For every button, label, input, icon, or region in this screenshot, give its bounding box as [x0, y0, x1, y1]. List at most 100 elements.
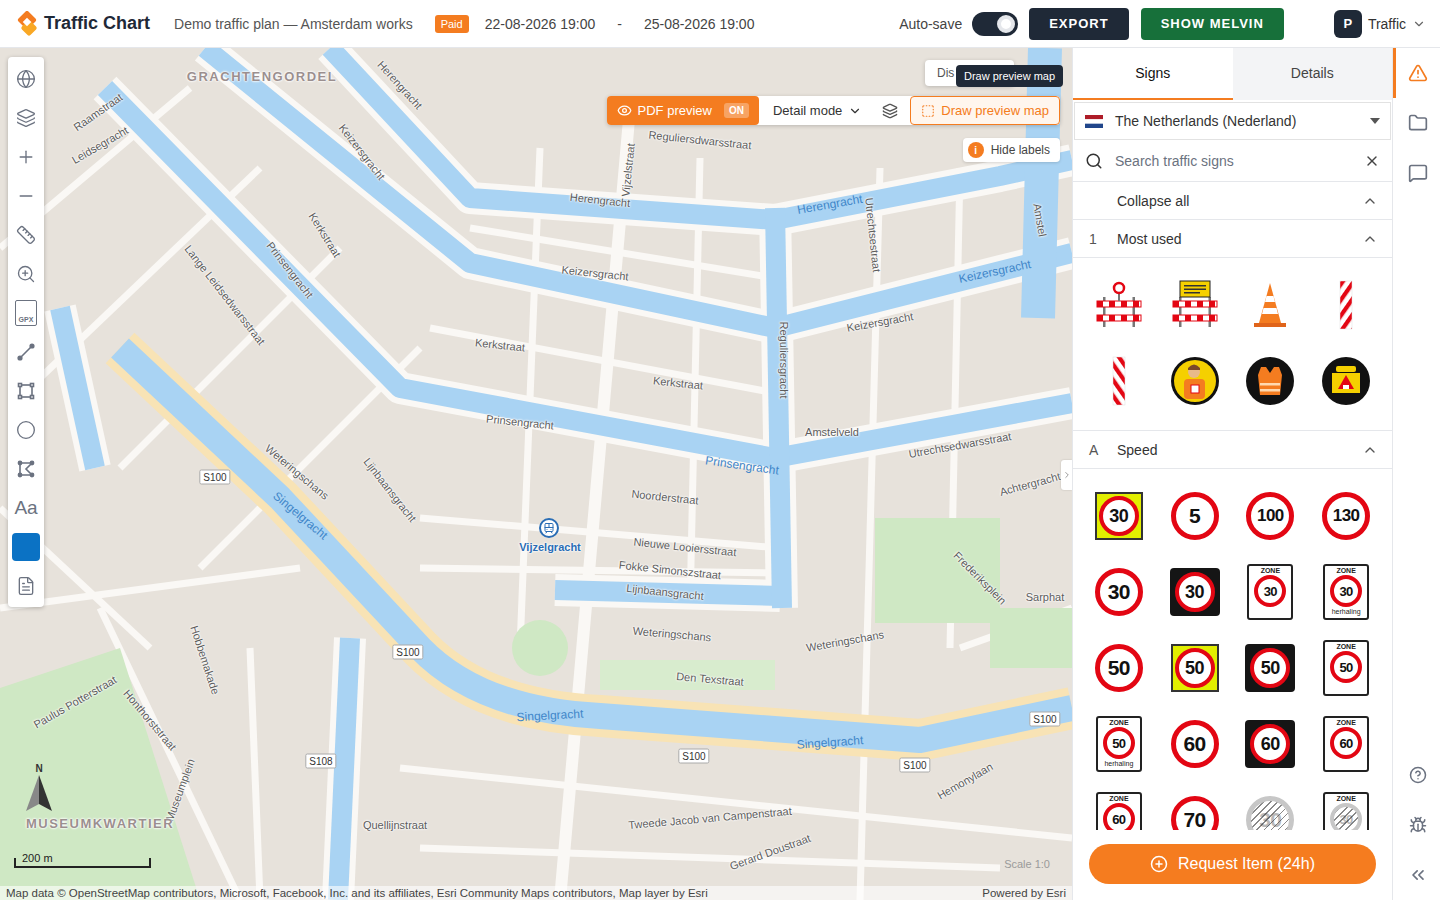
- bug-report-button[interactable]: [1393, 800, 1440, 850]
- comment-tab[interactable]: [1393, 148, 1440, 198]
- eye-icon: [617, 103, 632, 118]
- draw-preview-map-button[interactable]: Draw preview map: [910, 96, 1060, 125]
- section-header[interactable]: 1Most used: [1073, 220, 1392, 258]
- scale-label: Scale 1:0: [1004, 858, 1050, 870]
- speed-sign: 30: [1095, 492, 1143, 540]
- ruler-tool[interactable]: [8, 215, 44, 254]
- sign-item[interactable]: [1233, 352, 1309, 410]
- zone-sign: ZONE30herhaling: [1323, 564, 1369, 620]
- sign-item[interactable]: 50: [1157, 639, 1233, 697]
- warning-tab[interactable]: [1393, 48, 1440, 98]
- zone-sign: ZONE50: [1323, 640, 1369, 696]
- layers-tool[interactable]: [8, 98, 44, 137]
- sign-item[interactable]: ZONE60: [1081, 791, 1157, 830]
- sign-item[interactable]: [1157, 352, 1233, 410]
- header-actions: Auto-saveEXPORTSHOW MELVINPTraffic: [899, 8, 1426, 40]
- polygon-icon: [16, 459, 36, 479]
- sign-item[interactable]: 30: [1081, 563, 1157, 621]
- clear-icon[interactable]: [1364, 153, 1380, 169]
- sign-item[interactable]: 50: [1233, 639, 1309, 697]
- sign-item[interactable]: 60: [1157, 715, 1233, 773]
- user-menu[interactable]: PTraffic: [1334, 10, 1426, 38]
- layers-icon: [882, 103, 898, 119]
- export-button[interactable]: EXPORT: [1029, 8, 1128, 40]
- sign-item[interactable]: 100: [1233, 487, 1309, 545]
- sign-item[interactable]: 130: [1308, 487, 1384, 545]
- attribution: Map data © OpenStreetMap contributors, M…: [0, 886, 1072, 900]
- sign-item[interactable]: 30: [1233, 791, 1309, 830]
- end-date[interactable]: 25-08-2026 19:00: [644, 16, 755, 32]
- speed-sign: 30: [1095, 568, 1143, 616]
- north-arrow[interactable]: N: [22, 763, 56, 812]
- sign-item[interactable]: ZONE30: [1233, 563, 1309, 621]
- tooltip: Draw preview map: [956, 65, 1063, 87]
- polygon-tool[interactable]: [8, 449, 44, 488]
- globe-icon: [16, 69, 36, 89]
- sign-item[interactable]: [1308, 352, 1384, 410]
- top-bar: Traffic Chart Demo traffic plan — Amsterd…: [0, 0, 1440, 48]
- vest-icon: [1244, 355, 1296, 407]
- sign-item[interactable]: ZONE30: [1308, 791, 1384, 830]
- collapse-panel-handle[interactable]: [1061, 460, 1072, 490]
- request-item-button[interactable]: Request Item (24h): [1089, 844, 1376, 884]
- line-tool[interactable]: [8, 332, 44, 371]
- sign-item[interactable]: 70: [1157, 791, 1233, 830]
- layers-button[interactable]: [876, 103, 904, 119]
- sign-item[interactable]: 50: [1081, 639, 1157, 697]
- sign-item[interactable]: ZONE50: [1308, 639, 1384, 697]
- document-icon: [16, 576, 36, 596]
- plan-title[interactable]: Demo traffic plan — Amsterdam works: [174, 16, 413, 32]
- help-button[interactable]: [1393, 750, 1440, 800]
- map[interactable]: GRACHTENGORDELHerengrachtRaamstraatKeize…: [0, 48, 1072, 900]
- panel-tab[interactable]: Signs: [1073, 48, 1233, 100]
- chevron-right-icon: [1062, 470, 1072, 480]
- gpx-tool[interactable]: GPX: [8, 293, 44, 332]
- map-label: Amstelveld: [805, 426, 859, 438]
- circle-tool[interactable]: [8, 410, 44, 449]
- sign-search[interactable]: Search traffic signs: [1073, 140, 1392, 182]
- start-date[interactable]: 22-08-2026 19:00: [485, 16, 596, 32]
- sign-item[interactable]: [1308, 276, 1384, 334]
- zoom-in-tool[interactable]: [8, 137, 44, 176]
- country-select[interactable]: The Netherlands (Nederland): [1074, 102, 1391, 140]
- color-tool[interactable]: [8, 527, 44, 566]
- sign-item[interactable]: 60: [1233, 715, 1309, 773]
- sign-item[interactable]: [1233, 276, 1309, 334]
- end-stripes: [1251, 801, 1289, 830]
- collapse-rail-button[interactable]: [1393, 850, 1440, 900]
- circle-icon: [16, 420, 36, 440]
- sign-item[interactable]: [1081, 276, 1157, 334]
- panel-tab[interactable]: Details: [1233, 48, 1393, 100]
- logo[interactable]: Traffic Chart: [14, 11, 150, 37]
- zoom-out-tool[interactable]: [8, 176, 44, 215]
- panel-tabs: SignsDetails: [1073, 48, 1392, 100]
- autosave-toggle[interactable]: [972, 12, 1018, 36]
- collapse-all-row[interactable]: Collapse all: [1073, 182, 1392, 220]
- detail-mode-dropdown[interactable]: Detail mode: [765, 97, 870, 124]
- frame-icon: [921, 104, 935, 118]
- speed-sign: 100: [1246, 492, 1294, 540]
- document-tool[interactable]: [8, 566, 44, 605]
- sign-item[interactable]: ZONE50herhaling: [1081, 715, 1157, 773]
- sign-item[interactable]: ZONE60: [1308, 715, 1384, 773]
- folder-tab[interactable]: [1393, 98, 1440, 148]
- pdf-preview-button[interactable]: PDF previewON: [607, 96, 759, 125]
- sign-item[interactable]: 30: [1157, 563, 1233, 621]
- rectangle-tool[interactable]: [8, 371, 44, 410]
- sign-item[interactable]: ZONE30herhaling: [1308, 563, 1384, 621]
- show-melvin-button[interactable]: SHOW MELVIN: [1141, 8, 1284, 40]
- station-pin[interactable]: [539, 518, 559, 538]
- sign-item[interactable]: 5: [1157, 487, 1233, 545]
- sign-item[interactable]: [1081, 352, 1157, 410]
- section-header[interactable]: ASpeed: [1073, 431, 1392, 469]
- text-tool[interactable]: Aa: [8, 488, 44, 527]
- globe-tool[interactable]: [8, 59, 44, 98]
- search-tool[interactable]: [8, 254, 44, 293]
- map-label: Reguliersgracht: [778, 321, 790, 398]
- caret-down-icon: [1370, 118, 1380, 124]
- hide-labels-button[interactable]: iHide labels: [963, 138, 1060, 162]
- sign-item[interactable]: [1157, 276, 1233, 334]
- sign-item[interactable]: 30: [1081, 487, 1157, 545]
- route-badge: S100: [899, 758, 930, 773]
- map-label: Sarphat: [1026, 591, 1065, 603]
